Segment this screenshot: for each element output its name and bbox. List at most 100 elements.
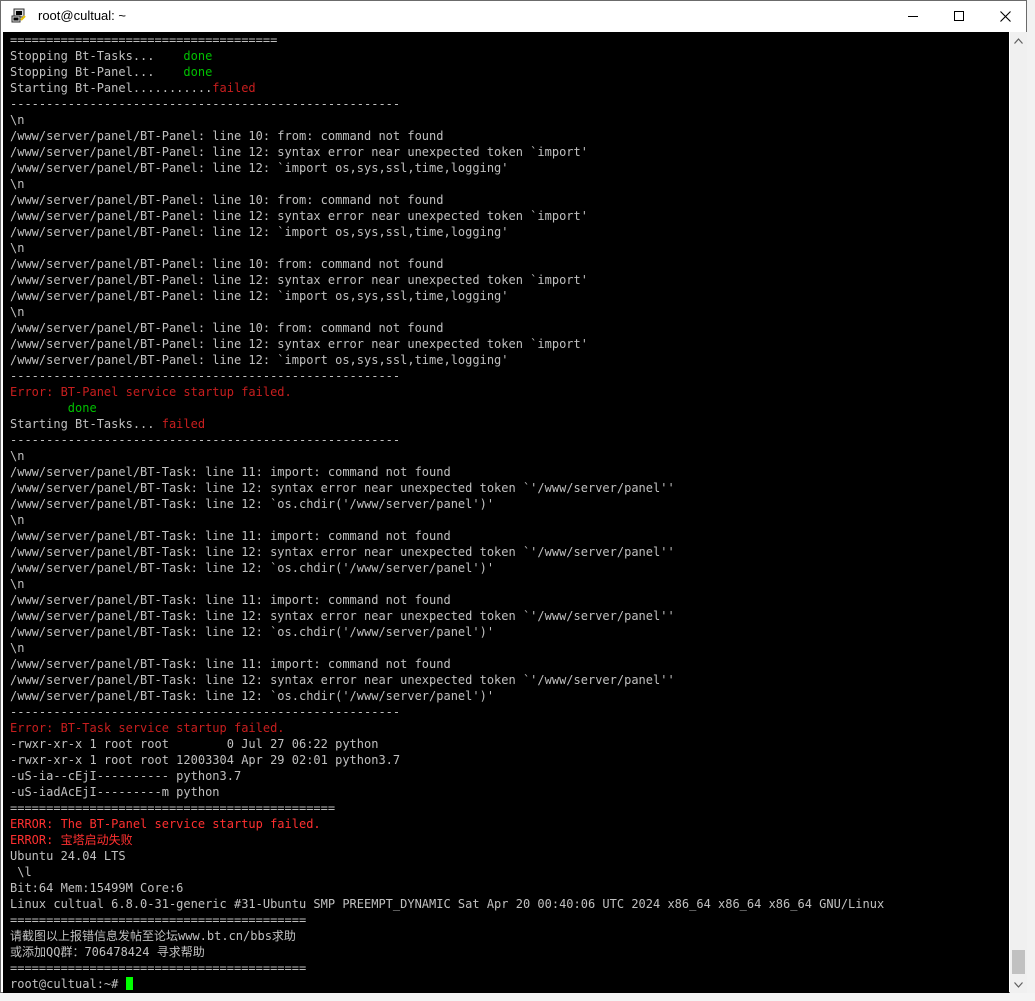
terminal-text: /www/server/panel/BT-Task: line 12: `os.… xyxy=(10,497,495,511)
maximize-icon xyxy=(954,11,964,21)
terminal-line: /www/server/panel/BT-Task: line 12: `os.… xyxy=(10,688,884,704)
terminal-line: \n xyxy=(10,640,884,656)
terminal-text: /www/server/panel/BT-Task: line 12: `os.… xyxy=(10,689,495,703)
terminal-line: \n xyxy=(10,448,884,464)
terminal-line: done xyxy=(10,400,884,416)
terminal-line: Ubuntu 24.04 LTS xyxy=(10,848,884,864)
terminal-text: -uS-iadAcEjI---------m python xyxy=(10,785,220,799)
terminal-line: /www/server/panel/BT-Panel: line 12: `im… xyxy=(10,288,884,304)
terminal-text: ----------------------------------------… xyxy=(10,433,401,447)
terminal-line: /www/server/panel/BT-Panel: line 12: syn… xyxy=(10,336,884,352)
terminal-text: /www/server/panel/BT-Panel: line 12: syn… xyxy=(10,145,588,159)
terminal-line: 请截图以上报错信息发帖至论坛www.bt.cn/bbs求助 xyxy=(10,928,884,944)
close-button[interactable] xyxy=(982,1,1028,31)
terminal-line: /www/server/panel/BT-Task: line 11: impo… xyxy=(10,592,884,608)
terminal-line: \n xyxy=(10,112,884,128)
terminal-text: Bit:64 Mem:15499M Core:6 xyxy=(10,881,184,895)
terminal-text: \n xyxy=(10,641,25,655)
terminal-output: ===================================== Sto… xyxy=(10,32,884,992)
terminal-text: /www/server/panel/BT-Task: line 12: `os.… xyxy=(10,625,495,639)
terminal-line: /www/server/panel/BT-Panel: line 12: syn… xyxy=(10,272,884,288)
terminal-text: /www/server/panel/BT-Panel: line 12: syn… xyxy=(10,337,588,351)
terminal-text: /www/server/panel/BT-Task: line 11: impo… xyxy=(10,593,451,607)
arrow-up-icon xyxy=(1014,37,1023,44)
text-cursor xyxy=(125,977,133,990)
terminal-line: ===================================== xyxy=(10,32,884,48)
terminal-text: /www/server/panel/BT-Panel: line 12: `im… xyxy=(10,289,509,303)
terminal-line: ERROR: 宝塔启动失败 xyxy=(10,832,884,848)
terminal-text: /www/server/panel/BT-Task: line 12: synt… xyxy=(10,609,675,623)
terminal-text: /www/server/panel/BT-Task: line 12: `os.… xyxy=(10,561,495,575)
terminal-line: \n xyxy=(10,576,884,592)
terminal-line: -rwxr-xr-x 1 root root 12003304 Apr 29 0… xyxy=(10,752,884,768)
terminal-line: Starting Bt-Tasks... failed xyxy=(10,416,884,432)
terminal-line: /www/server/panel/BT-Panel: line 12: `im… xyxy=(10,224,884,240)
terminal-line: /www/server/panel/BT-Panel: line 10: fro… xyxy=(10,256,884,272)
terminal-text: ========================================… xyxy=(10,913,307,927)
terminal-line: Stopping Bt-Panel... done xyxy=(10,64,884,80)
terminal-text: -rwxr-xr-x 1 root root 12003304 Apr 29 0… xyxy=(10,753,401,767)
terminal-line: ----------------------------------------… xyxy=(10,96,884,112)
scroll-up-button[interactable] xyxy=(1010,32,1027,49)
terminal-line: Error: BT-Panel service startup failed. xyxy=(10,384,884,400)
terminal-line: Bit:64 Mem:15499M Core:6 xyxy=(10,880,884,896)
terminal-line: /www/server/panel/BT-Panel: line 12: syn… xyxy=(10,208,884,224)
window-title: root@cultual: ~ xyxy=(38,8,126,23)
terminal-text: /www/server/panel/BT-Panel: line 12: syn… xyxy=(10,273,588,287)
terminal-text: Stopping Bt-Tasks... xyxy=(10,49,184,63)
terminal-line: /www/server/panel/BT-Task: line 12: `os.… xyxy=(10,560,884,576)
terminal-text: \n xyxy=(10,113,25,127)
terminal-text: ===================================== xyxy=(10,33,278,47)
terminal-line: /www/server/panel/BT-Panel: line 12: `im… xyxy=(10,160,884,176)
terminal-text: /www/server/panel/BT-Task: line 11: impo… xyxy=(10,465,451,479)
terminal-text: \n xyxy=(10,449,25,463)
prompt-line[interactable]: root@cultual:~# xyxy=(10,976,884,992)
terminal-text: 或添加QQ群：706478424 寻求帮助 xyxy=(10,945,205,959)
terminal-window: root@cultual: ~ ========================… xyxy=(0,0,1027,993)
terminal-text: failed xyxy=(212,81,256,95)
terminal-text: -uS-ia--cEjI---------- python3.7 xyxy=(10,769,242,783)
terminal-line: /www/server/panel/BT-Task: line 12: synt… xyxy=(10,608,884,624)
terminal-line: /www/server/panel/BT-Panel: line 10: fro… xyxy=(10,192,884,208)
terminal-line: /www/server/panel/BT-Task: line 12: synt… xyxy=(10,480,884,496)
terminal-text: \n xyxy=(10,513,25,527)
terminal-line: Starting Bt-Panel...........failed xyxy=(10,80,884,96)
terminal-line: /www/server/panel/BT-Task: line 12: synt… xyxy=(10,672,884,688)
terminal-line: ========================================… xyxy=(10,800,884,816)
terminal-text: /www/server/panel/BT-Panel: line 12: `im… xyxy=(10,225,509,239)
terminal-text: Linux cultual 6.8.0-31-generic #31-Ubunt… xyxy=(10,897,885,911)
putty-app-icon[interactable] xyxy=(11,8,27,24)
terminal-line: \n xyxy=(10,304,884,320)
minimize-icon xyxy=(908,16,918,17)
terminal-text: /www/server/panel/BT-Task: line 11: impo… xyxy=(10,657,451,671)
terminal-line: ERROR: The BT-Panel service startup fail… xyxy=(10,816,884,832)
terminal-text: /www/server/panel/BT-Panel: line 12: `im… xyxy=(10,353,509,367)
terminal-screen[interactable]: ===================================== Sto… xyxy=(3,32,1009,993)
terminal-line: ========================================… xyxy=(10,960,884,976)
terminal-text: \n xyxy=(10,177,25,191)
terminal-text: failed xyxy=(161,417,206,431)
terminal-line: Stopping Bt-Tasks... done xyxy=(10,48,884,64)
terminal-text: /www/server/panel/BT-Task: line 12: synt… xyxy=(10,545,675,559)
vertical-scrollbar[interactable] xyxy=(1010,32,1027,993)
terminal-line: ----------------------------------------… xyxy=(10,368,884,384)
background-window-strip xyxy=(0,993,1035,1001)
terminal-text: /www/server/panel/BT-Task: line 11: impo… xyxy=(10,529,451,543)
background-window-edge xyxy=(1027,0,1035,993)
terminal-text: ========================================… xyxy=(10,961,307,975)
maximize-button[interactable] xyxy=(936,1,982,31)
terminal-line: /www/server/panel/BT-Task: line 11: impo… xyxy=(10,464,884,480)
terminal-line: ----------------------------------------… xyxy=(10,704,884,720)
terminal-text: /www/server/panel/BT-Task: line 12: synt… xyxy=(10,673,675,687)
title-bar[interactable]: root@cultual: ~ xyxy=(1,1,1026,31)
terminal-text: Error: BT-Task service startup failed. xyxy=(10,721,285,735)
scrollbar-thumb[interactable] xyxy=(1012,950,1025,974)
terminal-text: done xyxy=(183,49,213,63)
scroll-down-button[interactable] xyxy=(1010,976,1027,993)
minimize-button[interactable] xyxy=(890,1,936,31)
terminal-text: ERROR: 宝塔启动失败 xyxy=(10,833,133,847)
close-icon xyxy=(999,10,1011,22)
terminal-text: /www/server/panel/BT-Panel: line 10: fro… xyxy=(10,321,444,335)
terminal-text: ----------------------------------------… xyxy=(10,97,401,111)
terminal-text: Ubuntu 24.04 LTS xyxy=(10,849,126,863)
